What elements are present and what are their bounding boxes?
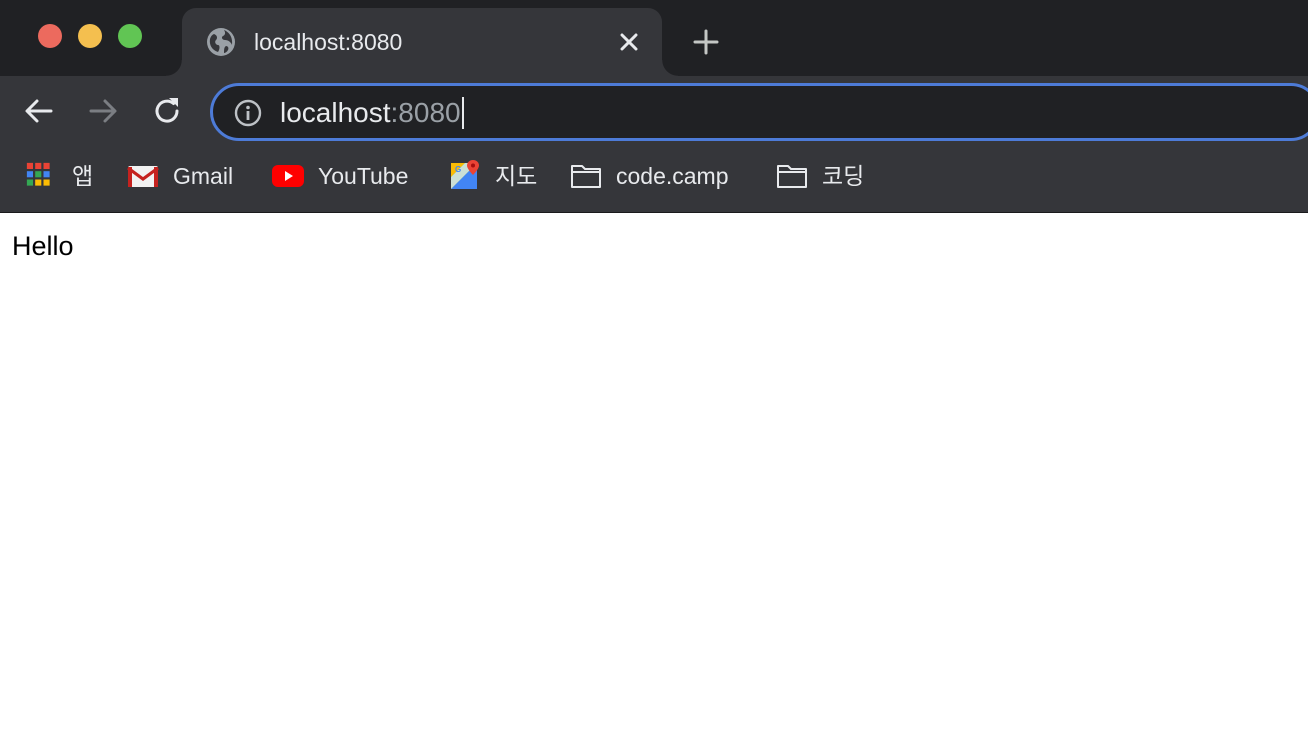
- bookmark-label: YouTube: [318, 163, 409, 189]
- bookmark-label: 코딩: [822, 163, 865, 189]
- bookmarks-bar: 앱 Gmail YouTube G 지도 code.camp 코딩: [0, 146, 1308, 213]
- bookmark-folder-coding[interactable]: 코딩: [776, 160, 864, 192]
- reload-button[interactable]: [150, 94, 184, 128]
- window-minimize-button[interactable]: [78, 24, 102, 48]
- window-maximize-button[interactable]: [118, 24, 142, 48]
- text-caret: [461, 97, 464, 129]
- plus-icon: [693, 29, 719, 55]
- info-icon[interactable]: [233, 98, 263, 128]
- address-host: localhost: [280, 97, 391, 128]
- address-port: :8080: [390, 97, 461, 128]
- tab-title: localhost:8080: [254, 29, 403, 55]
- bookmark-youtube[interactable]: YouTube: [272, 160, 408, 192]
- back-button[interactable]: [22, 94, 56, 128]
- reload-icon: [155, 98, 179, 123]
- arrow-left-icon: [25, 99, 53, 123]
- new-tab-button[interactable]: [692, 28, 720, 56]
- arrow-right-icon: [89, 99, 117, 123]
- bookmark-label: 앱: [72, 163, 94, 189]
- svg-text:G: G: [455, 165, 461, 174]
- globe-icon: [207, 28, 235, 56]
- forward-button[interactable]: [86, 94, 120, 128]
- page-text: Hello: [12, 231, 74, 261]
- youtube-icon: [272, 165, 304, 187]
- address-bar[interactable]: localhost:8080: [210, 83, 1308, 141]
- bookmark-label: Gmail: [173, 163, 234, 189]
- maps-icon: G: [451, 160, 479, 189]
- tab-strip: localhost:8080: [0, 0, 1308, 76]
- bookmark-folder-code-camp[interactable]: code.camp: [570, 160, 729, 192]
- toolbar: localhost:8080: [0, 76, 1308, 146]
- bookmark-apps[interactable]: 앱: [26, 160, 93, 192]
- address-text[interactable]: localhost:8080: [280, 97, 464, 129]
- tab-active[interactable]: localhost:8080: [166, 8, 678, 76]
- bookmark-label: 지도: [495, 163, 538, 189]
- folder-icon: [571, 165, 601, 188]
- bookmark-gmail[interactable]: Gmail: [127, 160, 233, 192]
- apps-grid-icon: [26, 162, 50, 186]
- bookmark-maps[interactable]: G 지도: [449, 160, 537, 192]
- page-viewport: Hello: [0, 214, 1308, 746]
- gmail-icon: [127, 166, 159, 187]
- folder-icon: [777, 165, 807, 188]
- bookmark-label: code.camp: [616, 163, 729, 189]
- close-icon[interactable]: [618, 31, 640, 53]
- window-close-button[interactable]: [38, 24, 62, 48]
